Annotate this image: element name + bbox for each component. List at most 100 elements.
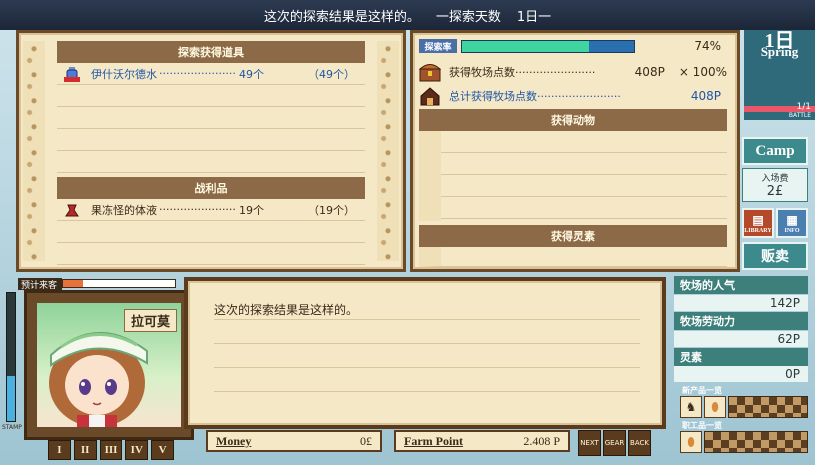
spoil-item-total: （19个） <box>308 203 355 217</box>
ranch-points-row: 获得牧场点数 ······················· 408P × 10… <box>418 61 727 83</box>
spirit-label: 灵素 <box>674 348 808 366</box>
total-points-dots: ························ <box>537 89 621 103</box>
spirit-value: 0P <box>674 366 808 382</box>
worker-slot[interactable]: ⬮ <box>680 431 702 453</box>
dialog-text: 这次的探索结果是这样的。 <box>214 303 359 317</box>
items-panel: 探索获得道具 伊什沃尔德水 ··························… <box>16 30 406 272</box>
days-label: 一探索天数 <box>435 9 501 25</box>
days-value: 1日一 <box>516 9 552 25</box>
gear-label: GEAR <box>604 439 625 447</box>
gear-button[interactable]: GEAR <box>603 430 626 456</box>
entry-fee-box: 入场费 2£ <box>742 168 808 202</box>
egg-icon: ⬮ <box>687 434 695 449</box>
explore-rate-bar <box>461 40 635 53</box>
level-tab[interactable]: V <box>151 440 174 460</box>
explore-rate-badge: 探索率 <box>419 39 457 53</box>
back-button[interactable]: BACK <box>628 430 651 456</box>
empty-row <box>57 243 365 265</box>
results-panel: 探索率 74% 获得牧场点数 ······················· 4… <box>410 30 740 272</box>
farm-point-label: Farm Point <box>404 433 463 448</box>
popularity-value: 142P <box>674 295 808 311</box>
spoil-item-name: 果冻怪的体液 <box>91 203 157 217</box>
season-label: Spring <box>760 44 799 59</box>
total-points-row: 总计获得牧场点数 ························ 408P <box>419 85 727 107</box>
total-points-value: 408P <box>690 89 721 103</box>
spirits-list <box>419 247 727 267</box>
stamina-label: STAMP <box>2 424 22 431</box>
level-tab[interactable]: IV <box>125 440 149 460</box>
floral-border-left <box>23 41 45 261</box>
top-message-bar: 这次的探索结果是这样的。 一探索天数 1日一 <box>0 0 815 30</box>
ranch-cow-icon: ♞ <box>685 400 697 414</box>
info-button[interactable]: ▦ INFO <box>776 208 808 238</box>
water-bottle-icon <box>63 66 81 82</box>
floral-border-right <box>377 41 399 261</box>
info-label: INFO <box>784 227 800 234</box>
character-name: 拉可莫 <box>123 309 177 332</box>
found-items-header: 探索获得道具 <box>57 41 365 63</box>
level-tab[interactable]: II <box>73 440 97 460</box>
next-label: NEXT <box>580 439 599 447</box>
stamina-gauge <box>6 292 16 422</box>
entry-fee-value: 2£ <box>766 184 784 199</box>
level-tab[interactable]: I <box>48 440 71 460</box>
egg-icon: ⬮ <box>711 399 719 414</box>
expected-visitors-label: 预计来客 <box>18 278 62 291</box>
stamina-fill <box>7 376 15 421</box>
sell-button[interactable]: 贩卖 <box>742 242 808 270</box>
empty-row <box>57 221 365 243</box>
next-button[interactable]: NEXT <box>578 430 601 456</box>
explore-rate-text: 74% <box>694 39 721 53</box>
found-item-qty: 49个 <box>239 67 264 81</box>
level-tabs: I II III IV V <box>48 440 174 460</box>
found-item-dots: ···························· <box>159 67 237 80</box>
camp-button[interactable]: Camp <box>742 137 808 165</box>
empty-row <box>57 107 365 129</box>
ranch-points-multiplier: × 100% <box>678 65 727 79</box>
animals-list <box>419 131 727 221</box>
season-panel: 1日 Spring 1/1 BATTLE <box>744 30 815 120</box>
spoil-item-dots: ···························· <box>159 203 237 216</box>
money-display: Money 0£ <box>206 430 382 452</box>
dialog-line <box>214 367 640 368</box>
spoil-item-row[interactable]: 果冻怪的体液 ···························· 19个 … <box>57 199 365 221</box>
labor-label: 牧场劳动力 <box>674 312 808 330</box>
level-tab[interactable]: III <box>99 440 123 460</box>
character-portrait[interactable]: 拉可莫 <box>37 303 181 427</box>
found-item-row[interactable]: 伊什沃尔德水 ···························· 49个 … <box>57 63 365 85</box>
top-message: 这次的探索结果是这样的。 <box>263 9 420 25</box>
new-item-slot[interactable]: ⬮ <box>704 396 726 418</box>
back-label: BACK <box>630 439 649 447</box>
expected-visitors-fill <box>63 280 84 287</box>
found-item-total: （49个） <box>308 67 355 81</box>
info-panel-icon: ▦ <box>786 212 798 227</box>
entry-fee-label: 入场费 <box>761 174 789 184</box>
total-points-label: 总计获得牧场点数 <box>449 90 537 103</box>
money-value: 0£ <box>360 433 372 448</box>
new-item-slot[interactable]: ♞ <box>680 396 702 418</box>
worker-empty-slots <box>704 431 808 453</box>
spoil-item-qty: 19个 <box>239 203 264 217</box>
book-icon: ▤ <box>752 212 764 227</box>
liquid-potion-icon <box>63 202 81 218</box>
farm-point-value: 2.408 P <box>523 433 560 448</box>
battle-counter: 1/1 <box>796 102 811 112</box>
library-button[interactable]: ▤ LIBRARY <box>742 208 774 238</box>
new-item-label: 新产品一览 <box>682 386 722 395</box>
ranch-barn-icon <box>419 86 443 106</box>
empty-row <box>57 129 365 151</box>
dialog-line <box>214 343 640 344</box>
new-item-empty-slots <box>728 396 808 418</box>
sell-label: 贩卖 <box>761 250 789 265</box>
ranch-points-label: 获得牧场点数 <box>449 66 515 79</box>
dialog-box[interactable]: 这次的探索结果是这样的。 <box>184 277 666 429</box>
battle-label: BATTLE <box>788 112 811 119</box>
ranch-points-value: 408P <box>634 65 665 79</box>
spirits-header: 获得灵素 <box>419 225 727 247</box>
character-portrait-frame: 拉可莫 <box>24 290 194 440</box>
popularity-label: 牧场的人气 <box>674 276 808 294</box>
camp-label: Camp <box>755 142 795 159</box>
library-label: LIBRARY <box>744 227 772 234</box>
explore-rate-fill <box>462 41 590 52</box>
labor-value: 62P <box>674 331 808 347</box>
